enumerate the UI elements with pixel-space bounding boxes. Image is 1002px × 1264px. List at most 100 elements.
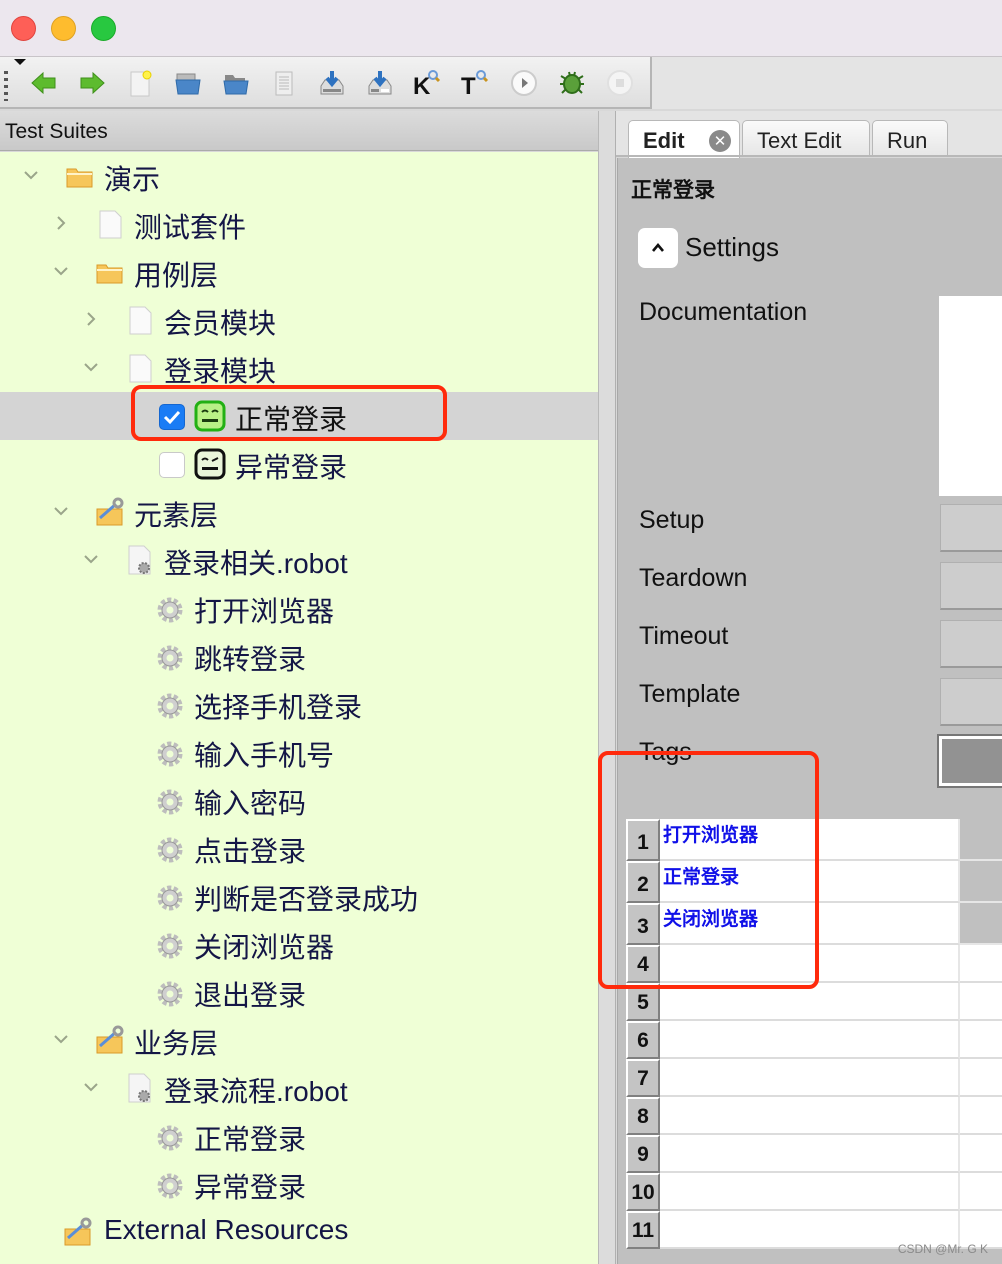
tree-node[interactable]: 输入手机号 (0, 728, 598, 776)
toolbar-overflow-arrow-icon[interactable] (14, 59, 26, 65)
open-directory-button[interactable] (220, 67, 252, 99)
row-number[interactable]: 11 (626, 1211, 660, 1249)
argument-cell[interactable] (960, 1135, 1002, 1173)
argument-cell[interactable] (960, 983, 1002, 1021)
keyword-cell[interactable] (660, 1135, 960, 1173)
teardown-field[interactable] (940, 562, 1002, 610)
new-project-button[interactable] (124, 67, 156, 99)
row-number[interactable]: 8 (626, 1097, 660, 1135)
row-number[interactable]: 6 (626, 1021, 660, 1059)
tree-node[interactable]: 点击登录 (0, 824, 598, 872)
argument-cell[interactable] (960, 1173, 1002, 1211)
tree-node[interactable]: 判断是否登录成功 (0, 872, 598, 920)
save-all-button[interactable] (364, 67, 396, 99)
tree-node[interactable]: External Resources (0, 1208, 598, 1256)
chevron-down-icon[interactable] (80, 1076, 102, 1098)
test-case-checkbox[interactable] (159, 452, 185, 478)
timeout-field[interactable] (940, 620, 1002, 668)
tree-node[interactable]: 正常登录 (0, 392, 598, 440)
tree-node[interactable]: 用例层 (0, 248, 598, 296)
tree-node[interactable]: 跳转登录 (0, 632, 598, 680)
keyword-cell[interactable] (660, 945, 960, 983)
tree-node[interactable]: 登录相关.robot (0, 536, 598, 584)
tree-node[interactable]: 演示 (0, 152, 598, 200)
tree-node[interactable]: 关闭浏览器 (0, 920, 598, 968)
documentation-field[interactable] (939, 296, 1002, 496)
chevron-right-icon[interactable] (50, 212, 72, 234)
row-number[interactable]: 2 (626, 861, 660, 903)
save-button[interactable] (316, 67, 348, 99)
row-number[interactable]: 10 (626, 1173, 660, 1211)
back-button[interactable] (28, 67, 60, 99)
chevron-down-icon[interactable] (50, 500, 72, 522)
chevron-right-icon[interactable] (80, 308, 102, 330)
tree-node[interactable]: 打开浏览器 (0, 584, 598, 632)
keyword-link[interactable]: 打开浏览器 (663, 820, 758, 847)
chevron-down-icon[interactable] (80, 548, 102, 570)
tree-node[interactable]: 元素层 (0, 488, 598, 536)
template-field[interactable] (940, 678, 1002, 726)
tags-field[interactable] (937, 734, 1002, 788)
row-number[interactable]: 9 (626, 1135, 660, 1173)
test-suites-tree[interactable]: 演示 测试套件 用例层 会员模块 登录模块 正常登录 异常登录 元素层 登录相关.robot 打开… (0, 152, 598, 1264)
tab-text-edit[interactable]: Text Edit (742, 120, 870, 156)
zoom-window-button[interactable] (91, 16, 116, 41)
minimize-window-button[interactable] (51, 16, 76, 41)
tree-node[interactable]: 退出登录 (0, 968, 598, 1016)
tree-node[interactable]: 异常登录 (0, 1160, 598, 1208)
keyword-cell[interactable]: 关闭浏览器 (660, 903, 960, 945)
row-number[interactable]: 1 (626, 819, 660, 861)
argument-cell[interactable] (960, 945, 1002, 983)
row-number[interactable]: 4 (626, 945, 660, 983)
argument-cell[interactable] (960, 861, 1002, 903)
tree-node[interactable]: 异常登录 (0, 440, 598, 488)
tab-edit[interactable]: Edit ✕ (628, 120, 740, 158)
argument-cell[interactable] (960, 1021, 1002, 1059)
close-window-button[interactable] (11, 16, 36, 41)
keyword-cell[interactable]: 打开浏览器 (660, 819, 960, 861)
tree-node-label: External Resources (104, 1214, 349, 1245)
keyword-cell[interactable] (660, 1097, 960, 1135)
chevron-down-icon[interactable] (50, 1028, 72, 1050)
debug-button[interactable] (556, 67, 588, 99)
search-keywords-button[interactable]: K (410, 67, 442, 99)
argument-cell[interactable] (960, 903, 1002, 945)
search-tests-button[interactable]: T (458, 67, 490, 99)
tree-node[interactable]: 会员模块 (0, 296, 598, 344)
keyword-link[interactable]: 正常登录 (663, 862, 739, 889)
argument-cell[interactable] (960, 1059, 1002, 1097)
setup-field[interactable] (940, 504, 1002, 552)
settings-toggle-button[interactable] (638, 228, 678, 268)
keyword-cell[interactable]: 正常登录 (660, 861, 960, 903)
argument-cell[interactable] (960, 1097, 1002, 1135)
pane-splitter[interactable] (598, 111, 616, 1264)
row-number[interactable]: 5 (626, 983, 660, 1021)
tab-run[interactable]: Run (872, 120, 948, 156)
keyword-cell[interactable] (660, 1021, 960, 1059)
toolbar-grip-handle[interactable] (4, 71, 8, 101)
close-tab-icon[interactable]: ✕ (709, 130, 731, 152)
tree-node[interactable]: 输入密码 (0, 776, 598, 824)
tree-node[interactable]: 选择手机登录 (0, 680, 598, 728)
open-test-suite-button[interactable] (172, 67, 204, 99)
keyword-cell[interactable] (660, 1059, 960, 1097)
tree-node[interactable]: 登录流程.robot (0, 1064, 598, 1112)
row-number[interactable]: 3 (626, 903, 660, 945)
test-case-checkbox[interactable] (159, 404, 185, 430)
chevron-down-icon[interactable] (80, 356, 102, 378)
tree-node[interactable]: 测试套件 (0, 200, 598, 248)
tree-node[interactable]: 业务层 (0, 1016, 598, 1064)
run-button[interactable] (508, 67, 540, 99)
chevron-down-icon[interactable] (50, 260, 72, 282)
keyword-cell[interactable] (660, 1173, 960, 1211)
forward-button[interactable] (76, 67, 108, 99)
keyword-link[interactable]: 关闭浏览器 (663, 904, 758, 931)
row-number[interactable]: 7 (626, 1059, 660, 1097)
argument-cell[interactable] (960, 819, 1002, 861)
tree-node[interactable]: 登录模块 (0, 344, 598, 392)
tree-node[interactable]: 正常登录 (0, 1112, 598, 1160)
open-resource-button[interactable] (268, 67, 300, 99)
chevron-down-icon[interactable] (20, 164, 42, 186)
stop-button[interactable] (604, 67, 636, 99)
keyword-cell[interactable] (660, 983, 960, 1021)
